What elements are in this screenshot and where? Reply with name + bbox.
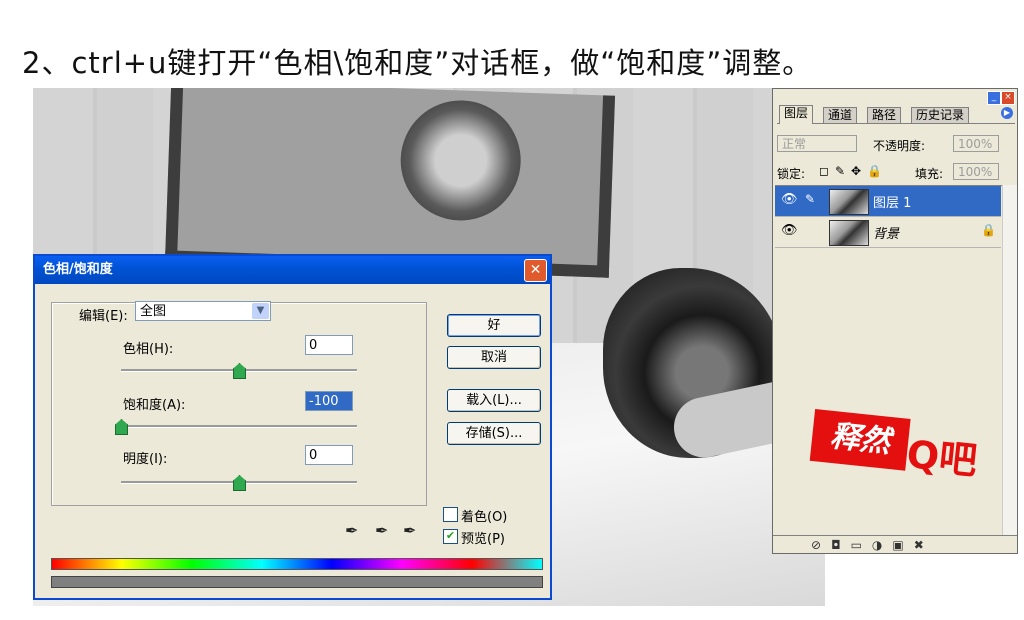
load-button[interactable]: 载入(L)... (447, 389, 541, 412)
layers-scrollbar[interactable] (1002, 185, 1017, 535)
tab-paths[interactable]: 路径 (867, 107, 902, 123)
chevron-down-icon[interactable]: ▼ (252, 303, 269, 319)
panel-bottom-bar: ⊘◘▭◑▣✖ (773, 535, 1017, 553)
mask-icon[interactable]: ◘ (831, 538, 851, 552)
dialog-titlebar[interactable]: 色相/饱和度 ✕ (35, 256, 550, 284)
colorize-label: 着色(O) (461, 510, 508, 525)
brush-icon: ✎ (805, 192, 816, 206)
layers-list: 👁 ✎ 图层 1 👁 背景 🔒 释然 Q吧 (775, 185, 1015, 536)
watermark-rest-text: Q吧 (904, 431, 980, 484)
tab-history[interactable]: 历史记录 (911, 107, 970, 123)
layer-row[interactable]: 👁 ✎ 图层 1 (775, 186, 1001, 217)
opacity-label: 不透明度: (873, 139, 926, 153)
watermark-logo: 释然 Q吧 (808, 408, 990, 497)
saturation-label: 饱和度(A): (123, 398, 186, 413)
photo-frame (164, 88, 616, 278)
opacity-input[interactable]: 100% (953, 135, 999, 152)
tab-layers[interactable]: 图层 (779, 105, 814, 124)
layer-thumbnail (829, 189, 869, 215)
hue-label: 色相(H): (123, 342, 174, 357)
layer-thumbnail (829, 220, 869, 246)
blend-mode-select[interactable]: 正常 (777, 135, 857, 152)
edit-select[interactable]: 全图 ▼ (135, 301, 271, 321)
photo-frame-face (398, 98, 523, 223)
color-spectrum-bar (51, 558, 543, 570)
ok-button[interactable]: 好 (447, 314, 541, 337)
hue-saturation-dialog: 色相/饱和度 ✕ 编辑(E): 全图 ▼ 色相(H): 0 饱和度(A): -1… (33, 254, 552, 600)
trash-icon[interactable]: ✖ (914, 538, 934, 552)
link-icon[interactable]: ⊘ (811, 538, 831, 552)
folder-icon[interactable]: ▭ (851, 538, 872, 552)
lightness-label: 明度(I): (123, 452, 168, 467)
eyedropper-icon[interactable]: ✒ (345, 521, 358, 540)
watermark-red-text: 释然 (809, 408, 911, 471)
eye-icon[interactable]: 👁 (781, 223, 798, 238)
eye-icon[interactable]: 👁 (781, 192, 798, 207)
fill-label: 填充: (915, 167, 944, 181)
edit-select-value: 全图 (140, 304, 167, 319)
lock-icon: 🔒 (981, 223, 996, 237)
tab-channels[interactable]: 通道 (823, 107, 858, 123)
close-button[interactable]: ✕ (524, 259, 547, 282)
saturation-slider-track[interactable] (121, 425, 357, 428)
eyedropper-minus-icon[interactable]: ✒ (403, 521, 416, 540)
layer-row[interactable]: 👁 背景 🔒 (775, 217, 1001, 248)
colorize-checkbox[interactable] (443, 507, 458, 522)
lock-icons[interactable]: ◻✎✥🔒 (819, 164, 888, 178)
preview-label: 预览(P) (461, 532, 505, 547)
dialog-title: 色相/饱和度 (43, 262, 113, 277)
layer-name[interactable]: 图层 1 (873, 192, 911, 211)
layer-name[interactable]: 背景 (873, 223, 899, 242)
result-spectrum-bar (51, 576, 543, 588)
adjustment-group (51, 302, 427, 506)
saturation-input[interactable]: -100 (305, 391, 353, 411)
close-icon[interactable]: × (1001, 91, 1015, 105)
preview-checkbox[interactable]: ✔ (443, 529, 458, 544)
instruction-caption: 2、ctrl+u键打开“色相\饱和度”对话框，做“饱和度”调整。 (22, 46, 813, 80)
fill-input[interactable]: 100% (953, 163, 999, 180)
panel-tabs: 图层 通道 路径 历史记录 ▶ (777, 105, 1015, 124)
save-button[interactable]: 存储(S)... (447, 422, 541, 445)
new-layer-icon[interactable]: ▣ (892, 538, 913, 552)
hue-input[interactable]: 0 (305, 335, 353, 355)
layers-panel: _ × 图层 通道 路径 历史记录 ▶ 正常 不透明度: 100% 锁定: ◻✎… (772, 88, 1018, 554)
panel-menu-icon[interactable]: ▶ (1001, 107, 1013, 119)
lightness-input[interactable]: 0 (305, 445, 353, 465)
minimize-icon[interactable]: _ (987, 91, 1001, 105)
cancel-button[interactable]: 取消 (447, 346, 541, 369)
eyedropper-plus-icon[interactable]: ✒ (375, 521, 388, 540)
adjustment-icon[interactable]: ◑ (872, 538, 892, 552)
lock-label: 锁定: (777, 167, 806, 181)
edit-label: 编辑(E): (79, 309, 128, 324)
